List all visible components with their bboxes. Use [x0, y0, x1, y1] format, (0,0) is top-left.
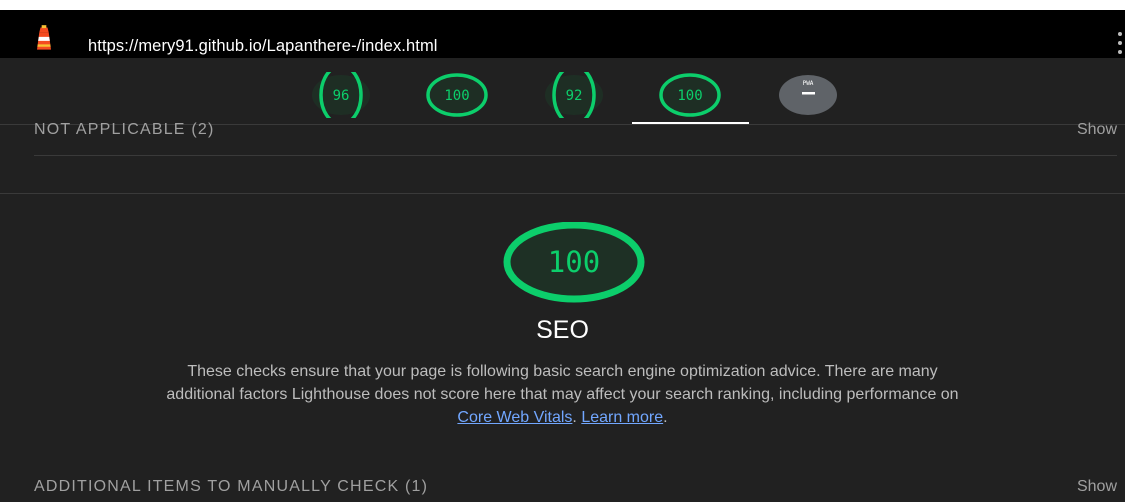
category-title: SEO: [536, 316, 589, 344]
lighthouse-icon: [37, 25, 51, 50]
gauge-performance-score: 96: [333, 88, 350, 104]
not-applicable-heading[interactable]: NOT APPLICABLE (2): [34, 121, 214, 139]
seo-category-gauge: 100: [503, 222, 645, 303]
category-description: These checks ensure that your page is fo…: [162, 360, 963, 429]
gauge-seo-score: 100: [677, 88, 702, 104]
pwa-badge-label: PWA: [803, 80, 814, 87]
divider: [34, 155, 1117, 156]
window-top-strip: [0, 0, 1125, 10]
pwa-dash-icon: [802, 92, 815, 95]
not-applicable-show-toggle[interactable]: Show: [1077, 121, 1117, 139]
gauge-pwa[interactable]: PWA: [776, 72, 840, 118]
lighthouse-report: https://mery91.github.io/Lapanthere-/ind…: [0, 0, 1125, 502]
section-divider: [0, 193, 1125, 194]
gauge-best-practices[interactable]: 92: [542, 72, 606, 118]
active-tab-underline: [632, 122, 749, 124]
description-separator: .: [572, 409, 582, 426]
gauge-best-practices-score: 92: [566, 88, 583, 104]
more-vert-icon[interactable]: [1116, 30, 1124, 60]
seo-category-score: 100: [548, 245, 600, 279]
gauge-accessibility-score: 100: [444, 88, 469, 104]
manual-check-heading[interactable]: ADDITIONAL ITEMS TO MANUALLY CHECK (1): [34, 478, 428, 496]
gauge-seo[interactable]: 100: [658, 72, 722, 118]
report-topbar: https://mery91.github.io/Lapanthere-/ind…: [0, 10, 1125, 58]
description-end: .: [663, 409, 668, 426]
gauge-performance[interactable]: 96: [309, 72, 373, 118]
category-description-text: These checks ensure that your page is fo…: [166, 363, 959, 403]
core-web-vitals-link[interactable]: Core Web Vitals: [457, 409, 572, 426]
manual-check-show-toggle[interactable]: Show: [1077, 478, 1117, 496]
learn-more-link[interactable]: Learn more: [581, 409, 663, 426]
report-url: https://mery91.github.io/Lapanthere-/ind…: [88, 37, 438, 55]
gauge-accessibility[interactable]: 100: [425, 72, 489, 118]
